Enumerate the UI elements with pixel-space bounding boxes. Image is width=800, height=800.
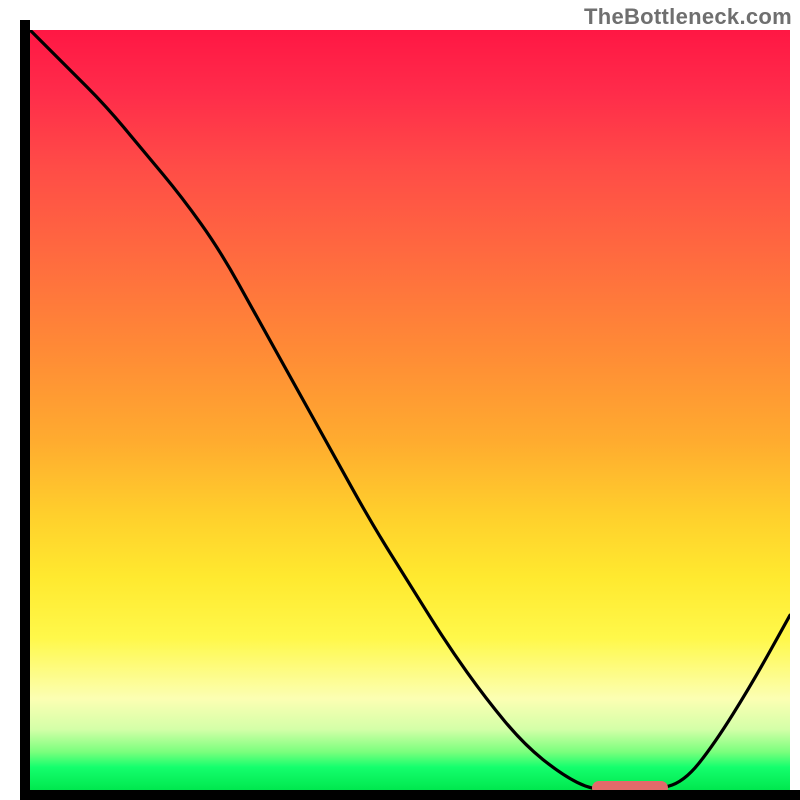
axis-y: [20, 20, 30, 790]
plot-area: [30, 30, 790, 790]
bottleneck-curve: [30, 30, 790, 790]
axis-x: [20, 790, 800, 800]
chart-container: TheBottleneck.com: [0, 0, 800, 800]
optimal-range-marker: [592, 781, 668, 790]
attribution-label: TheBottleneck.com: [584, 4, 792, 30]
curve-svg: [30, 30, 790, 790]
